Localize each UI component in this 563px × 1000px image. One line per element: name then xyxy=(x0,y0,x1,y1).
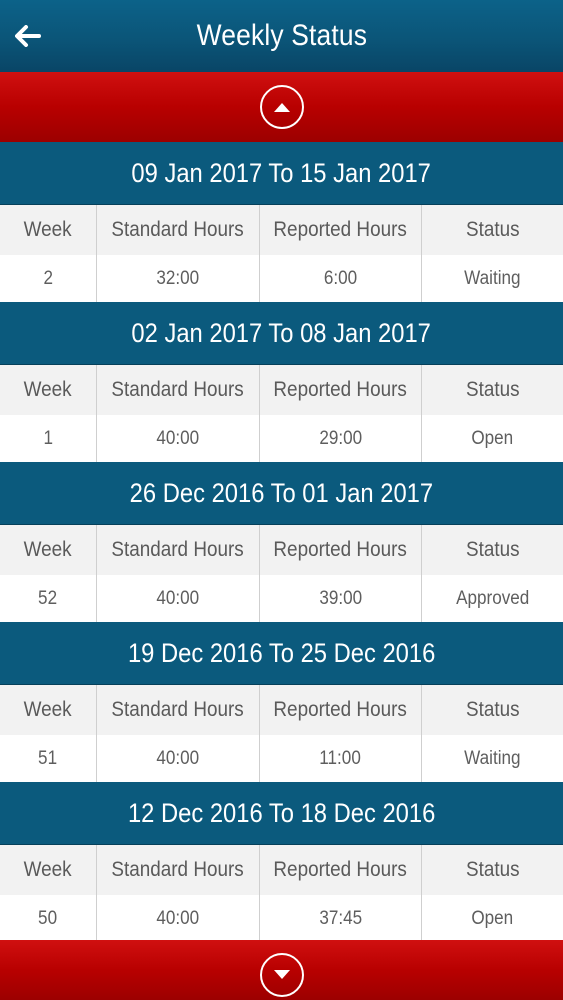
table-row: 50 40:00 37:45 Open xyxy=(0,895,563,942)
status-value: Approved xyxy=(422,575,563,622)
reported-hours-value: 39:00 xyxy=(260,575,422,622)
col-reported-hours-header: Reported Hours xyxy=(260,205,422,255)
week-number: 1 xyxy=(0,415,97,462)
standard-hours-value: 40:00 xyxy=(97,415,260,462)
week-range-header: 02 Jan 2017 To 08 Jan 2017 xyxy=(0,302,563,365)
status-value: Waiting xyxy=(422,255,563,302)
col-standard-hours-header: Standard Hours xyxy=(97,525,260,575)
status-value: Open xyxy=(422,895,563,942)
col-status-header: Status xyxy=(422,525,563,575)
week-block[interactable]: 09 Jan 2017 To 15 Jan 2017 Week Standard… xyxy=(0,142,563,302)
week-block[interactable]: 12 Dec 2016 To 18 Dec 2016 Week Standard… xyxy=(0,782,563,942)
week-block[interactable]: 26 Dec 2016 To 01 Jan 2017 Week Standard… xyxy=(0,462,563,622)
scroll-up-bar xyxy=(0,72,563,142)
week-range-header: 09 Jan 2017 To 15 Jan 2017 xyxy=(0,142,563,205)
week-range-header: 12 Dec 2016 To 18 Dec 2016 xyxy=(0,782,563,845)
week-number: 51 xyxy=(0,735,97,782)
reported-hours-value: 29:00 xyxy=(260,415,422,462)
column-header-row: Week Standard Hours Reported Hours Statu… xyxy=(0,685,563,735)
reported-hours-value: 37:45 xyxy=(260,895,422,942)
week-range-header: 26 Dec 2016 To 01 Jan 2017 xyxy=(0,462,563,525)
week-block[interactable]: 19 Dec 2016 To 25 Dec 2016 Week Standard… xyxy=(0,622,563,782)
col-status-header: Status xyxy=(422,205,563,255)
chevron-down-icon xyxy=(273,970,290,979)
col-status-header: Status xyxy=(422,365,563,415)
page-title: Weekly Status xyxy=(196,19,367,52)
app-header: Weekly Status xyxy=(0,0,563,72)
column-header-row: Week Standard Hours Reported Hours Statu… xyxy=(0,525,563,575)
standard-hours-value: 40:00 xyxy=(97,895,260,942)
reported-hours-value: 11:00 xyxy=(260,735,422,782)
col-week-header: Week xyxy=(0,205,97,255)
col-reported-hours-header: Reported Hours xyxy=(260,365,422,415)
col-standard-hours-header: Standard Hours xyxy=(97,205,260,255)
standard-hours-value: 40:00 xyxy=(97,575,260,622)
status-value: Waiting xyxy=(422,735,563,782)
col-reported-hours-header: Reported Hours xyxy=(260,685,422,735)
chevron-up-icon xyxy=(273,103,290,112)
col-status-header: Status xyxy=(422,845,563,895)
col-status-header: Status xyxy=(422,685,563,735)
col-standard-hours-header: Standard Hours xyxy=(97,845,260,895)
arrow-left-icon xyxy=(15,25,41,47)
table-row: 52 40:00 39:00 Approved xyxy=(0,575,563,622)
col-week-header: Week xyxy=(0,685,97,735)
week-number: 2 xyxy=(0,255,97,302)
week-number: 50 xyxy=(0,895,97,942)
table-row: 1 40:00 29:00 Open xyxy=(0,415,563,462)
column-header-row: Week Standard Hours Reported Hours Statu… xyxy=(0,205,563,255)
col-reported-hours-header: Reported Hours xyxy=(260,845,422,895)
week-range-header: 19 Dec 2016 To 25 Dec 2016 xyxy=(0,622,563,685)
col-reported-hours-header: Reported Hours xyxy=(260,525,422,575)
column-header-row: Week Standard Hours Reported Hours Statu… xyxy=(0,365,563,415)
table-row: 51 40:00 11:00 Waiting xyxy=(0,735,563,782)
standard-hours-value: 40:00 xyxy=(97,735,260,782)
week-list: 09 Jan 2017 To 15 Jan 2017 Week Standard… xyxy=(0,142,563,942)
scroll-up-button[interactable] xyxy=(259,85,304,129)
table-row: 2 32:00 6:00 Waiting xyxy=(0,255,563,302)
standard-hours-value: 32:00 xyxy=(97,255,260,302)
column-header-row: Week Standard Hours Reported Hours Statu… xyxy=(0,845,563,895)
status-value: Open xyxy=(422,415,563,462)
scroll-down-button[interactable] xyxy=(259,953,304,997)
col-week-header: Week xyxy=(0,525,97,575)
col-week-header: Week xyxy=(0,365,97,415)
back-button[interactable] xyxy=(14,22,42,50)
scroll-down-bar xyxy=(0,940,563,1000)
col-week-header: Week xyxy=(0,845,97,895)
week-block[interactable]: 02 Jan 2017 To 08 Jan 2017 Week Standard… xyxy=(0,302,563,462)
reported-hours-value: 6:00 xyxy=(260,255,422,302)
week-number: 52 xyxy=(0,575,97,622)
col-standard-hours-header: Standard Hours xyxy=(97,365,260,415)
col-standard-hours-header: Standard Hours xyxy=(97,685,260,735)
